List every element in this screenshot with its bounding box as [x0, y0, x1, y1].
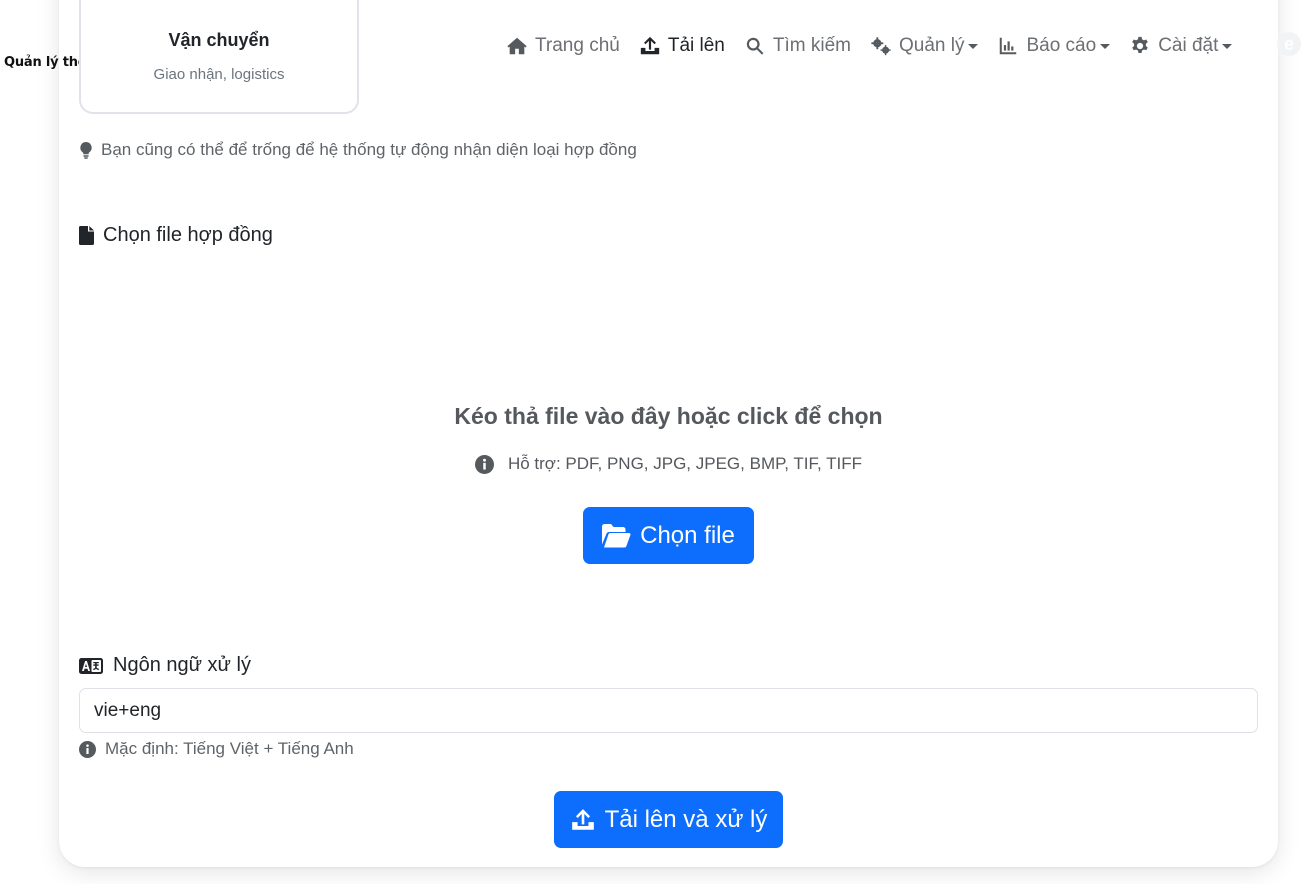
lightbulb-icon — [80, 141, 92, 159]
file-section-label-text: Chọn file hợp đồng — [103, 224, 273, 246]
language-icon — [79, 657, 103, 674]
nav-label-manage: Quản lý — [898, 35, 965, 56]
info-circle-icon — [474, 454, 494, 474]
page: Quản lý thông minh Vận chuyển Giao nhận,… — [0, 0, 1307, 884]
dropzone-title: Kéo thả file vào đây hoặc click để chọn — [454, 403, 883, 429]
language-section-label-text: Ngôn ngữ xử lý — [113, 654, 251, 676]
language-input[interactable] — [79, 688, 1258, 733]
language-help-text: Mặc định: Tiếng Việt + Tiếng Anh — [105, 739, 354, 758]
folder-open-icon — [602, 523, 631, 547]
file-icon — [79, 226, 94, 245]
supported-formats: Hỗ trợ: PDF, PNG, JPG, JPEG, BMP, TIF, T… — [79, 454, 1258, 474]
nav-item-upload[interactable]: Tải lên — [639, 35, 725, 57]
choose-file-button[interactable]: Chọn file — [583, 507, 754, 564]
nav-label-upload: Tải lên — [667, 35, 725, 56]
contract-type-card-transport[interactable]: Vận chuyển Giao nhận, logistics — [79, 0, 359, 114]
nav-label-home: Trang chủ — [535, 35, 620, 56]
supported-formats-text: Hỗ trợ: PDF, PNG, JPG, JPEG, BMP, TIF, T… — [507, 454, 863, 473]
nav-item-home[interactable]: Trang chủ — [506, 35, 620, 57]
gears-icon — [871, 37, 891, 56]
upload-icon — [571, 808, 594, 830]
upload-and-process-button-label: Tải lên và xử lý — [604, 805, 768, 833]
nav-item-reports[interactable]: Báo cáo — [997, 35, 1111, 57]
search-icon — [746, 37, 764, 55]
chart-icon — [1000, 37, 1017, 55]
user-avatar-icon[interactable]: e — [1277, 32, 1301, 56]
nav-item-manage[interactable]: Quản lý — [870, 35, 979, 57]
upload-and-process-button[interactable]: Tải lên và xử lý — [554, 791, 783, 848]
chevron-down-icon — [968, 43, 979, 49]
upload-icon — [640, 36, 660, 55]
choose-file-button-label: Chọn file — [640, 521, 735, 549]
auto-detect-hint: Bạn cũng có thể để trống để hệ thống tự … — [79, 140, 637, 160]
nav-item-search[interactable]: Tìm kiếm — [744, 35, 851, 57]
file-dropzone[interactable]: Kéo thả file vào đây hoặc click để chọn … — [79, 270, 1258, 630]
main-nav: Trang chủ Tải lên Tìm kiếm Quản lý Báo c… — [506, 32, 1251, 60]
contract-type-subtitle: Giao nhận, logistics — [153, 66, 285, 83]
auto-detect-hint-text: Bạn cũng có thể để trống để hệ thống tự … — [101, 140, 637, 159]
chevron-down-icon — [1100, 43, 1111, 49]
file-section-label: Chọn file hợp đồng — [79, 224, 273, 247]
nav-label-search: Tìm kiếm — [772, 35, 851, 56]
language-help: Mặc định: Tiếng Việt + Tiếng Anh — [79, 739, 354, 759]
gear-icon — [1132, 36, 1148, 53]
nav-item-settings[interactable]: Cài đặt — [1129, 35, 1233, 57]
contract-type-title: Vận chuyển — [168, 30, 270, 50]
chevron-down-icon — [1222, 43, 1233, 49]
nav-label-settings: Cài đặt — [1158, 35, 1219, 56]
info-circle-icon — [79, 740, 96, 758]
nav-label-reports: Báo cáo — [1026, 35, 1097, 56]
home-icon — [507, 37, 527, 55]
language-section-label: Ngôn ngữ xử lý — [79, 654, 251, 677]
